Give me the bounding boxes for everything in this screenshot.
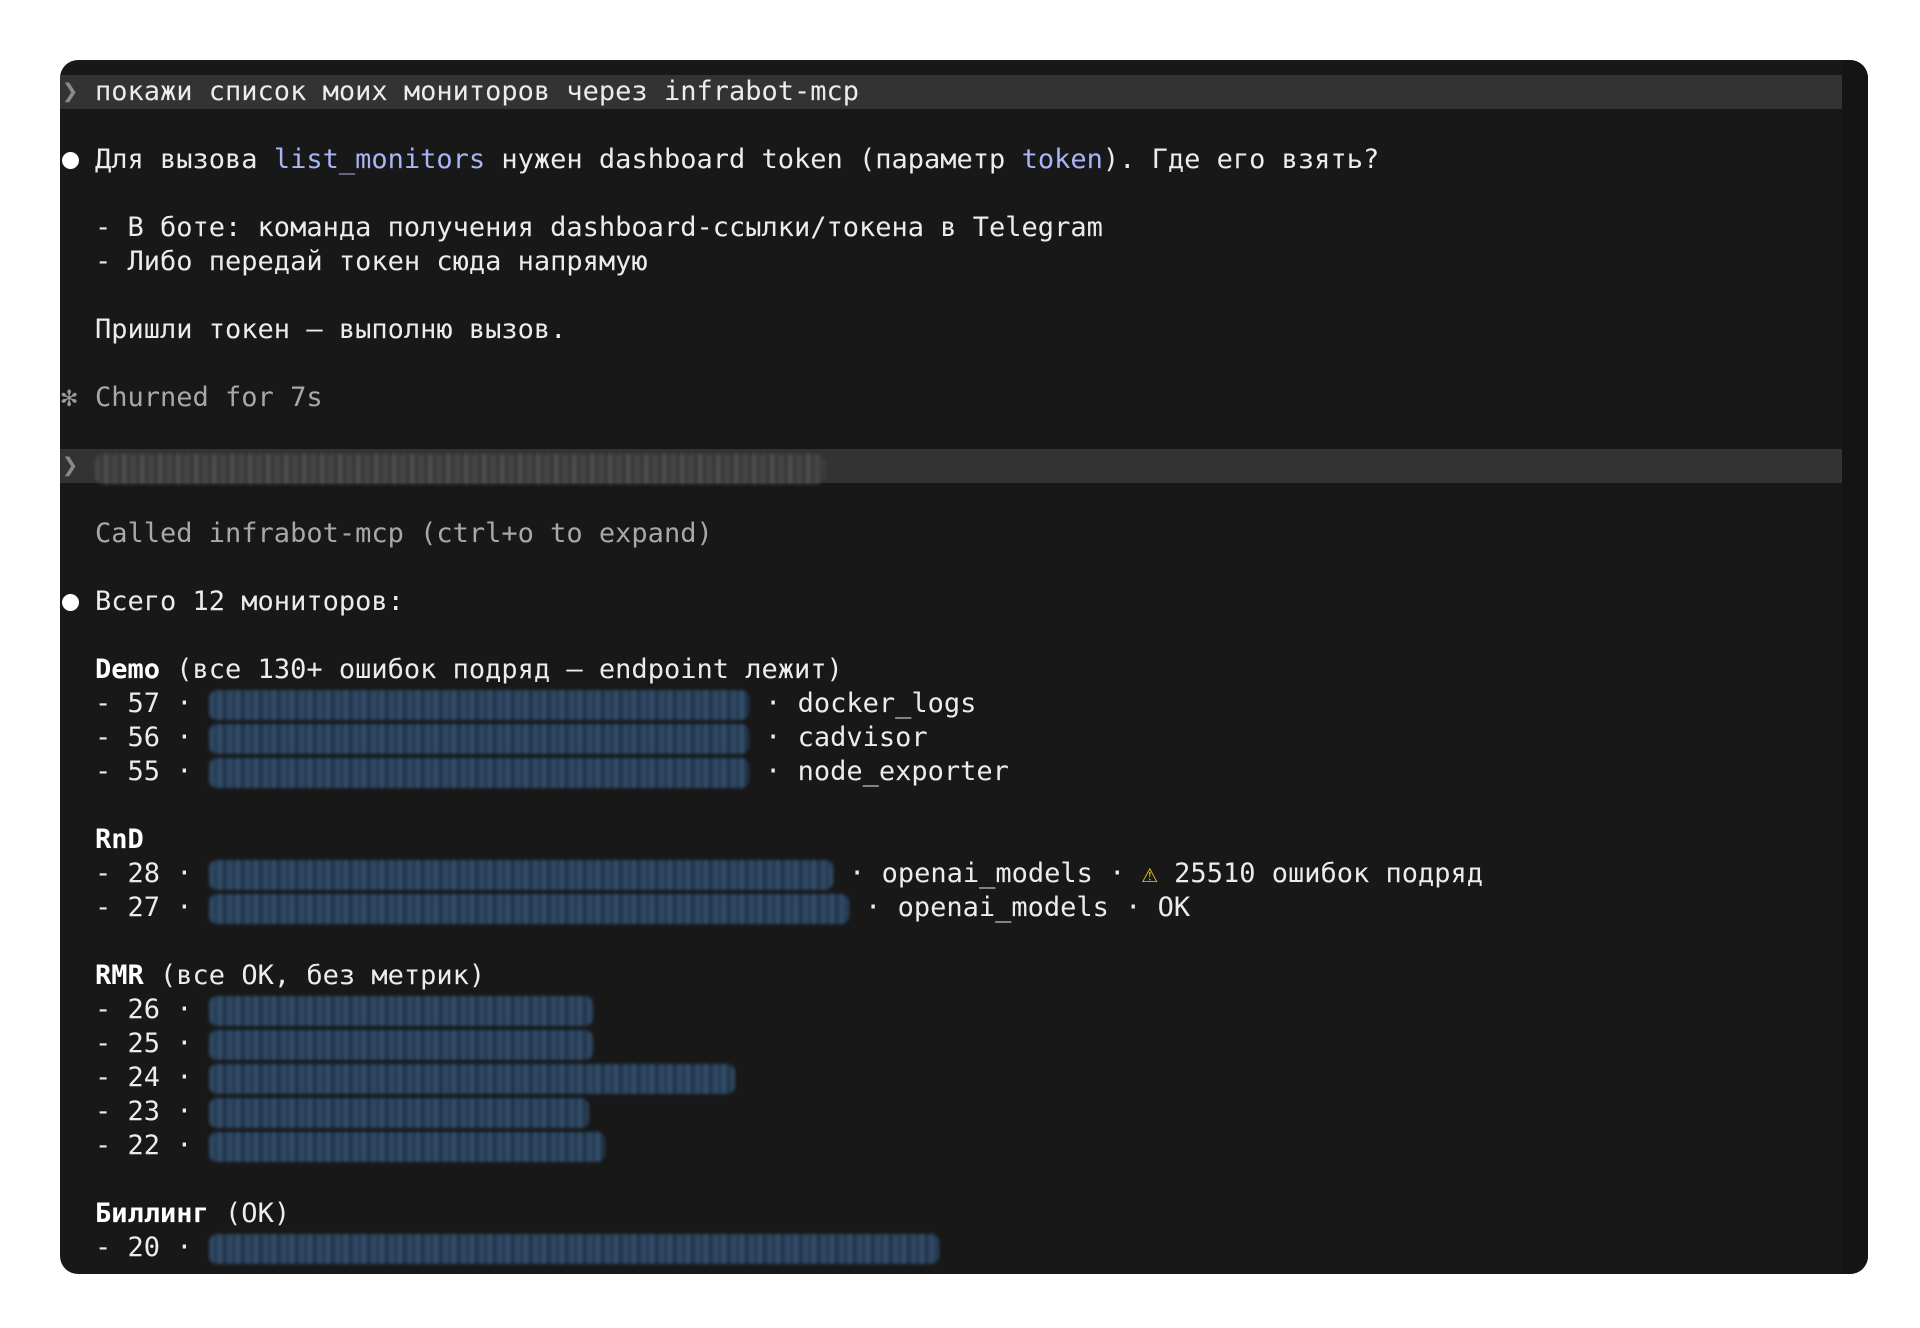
group-rnd-header: RnD [95,824,144,855]
redacted-url [208,723,749,754]
code-list-monitors: list_monitors [273,144,486,175]
group-billing-header: Биллинг (OK) [95,1198,291,1229]
asterisk-icon: ✻ [61,382,78,413]
redacted-url [208,859,833,890]
monitor-row: - 25 · [60,1027,1868,1061]
bullet-icon [62,594,79,611]
bullet-icon [62,152,79,169]
prompt-chevron-icon: ❯ [62,76,79,107]
redacted-url [208,893,849,924]
monitor-row: - 28 · · openai_models · ⚠ 25510 ошибок … [95,858,1484,890]
monitor-row: - 55 · · node_exporter [95,756,1009,788]
user-prompt-text: покажи список моих мониторов через infra… [95,76,860,107]
monitor-row: - 57 · · docker_logs [95,688,977,720]
redacted-url [208,689,749,720]
assistant-reply-line: Для вызова list_monitors нужен dashboard… [60,143,1868,177]
monitor-row: - 20 · [60,1231,1868,1265]
monitor-row: - 27 · · openai_models · OK [95,892,1191,924]
monitor-row: - 24 · [60,1061,1868,1095]
group-demo-header: Demo (все 130+ ошибок подряд — endpoint … [95,654,843,685]
warning-icon: ⚠ [1141,858,1158,889]
redacted-url [208,1063,735,1094]
tool-call-line[interactable]: Called infrabot-mcp (ctrl+o to expand) [60,517,1868,551]
redacted-url [208,995,593,1026]
redacted-url [208,1097,589,1128]
redacted-url [208,1233,939,1264]
group-rmr-header: RMR (все OK, без метрик) [95,960,486,991]
redacted-url [208,757,749,788]
reply-option-2: - Либо передай токен сюда напрямую [95,246,648,277]
user-prompt-line-redacted: ❯ [60,449,1842,485]
code-token: token [1021,144,1103,175]
scrollbar-track[interactable] [1842,60,1868,1274]
summary-line: Всего 12 мониторов: [60,585,1868,619]
monitor-row: - 23 · [60,1095,1868,1129]
reply-option-1: - В боте: команда получения dashboard-сс… [95,212,1103,243]
monitor-row: - 26 · [60,993,1868,1027]
redacted-url [208,1029,593,1060]
redacted-url [208,1131,605,1162]
prompt-chevron-icon: ❯ [62,450,79,481]
reply-ending: Пришли токен — выполню вызов. [95,314,567,345]
churn-status: ✻ Churned for 7s [61,382,323,413]
redacted-prompt [95,451,825,485]
monitor-row: - 22 · [60,1129,1868,1163]
user-prompt-line: ❯ покажи список моих мониторов через inf… [60,75,1842,109]
monitor-row: - 56 · · cadvisor [95,722,928,754]
reply-text: Для вызова list_monitors нужен dashboard… [95,144,1380,175]
terminal-window: ❯ покажи список моих мониторов через inf… [60,60,1868,1274]
